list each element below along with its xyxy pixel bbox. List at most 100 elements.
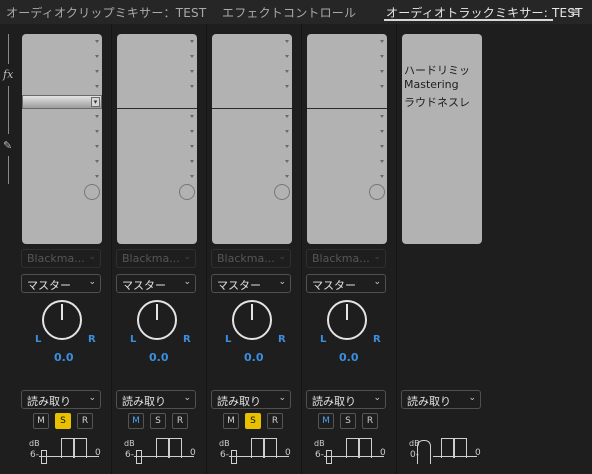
solo-button[interactable]: S xyxy=(55,413,71,429)
mute-button[interactable]: M xyxy=(318,413,334,429)
slot-chevron-icon[interactable] xyxy=(285,160,289,163)
tab-audio-clip-mixer[interactable]: オーディオクリップミキサー：TEST xyxy=(6,4,206,21)
slot-chevron-icon[interactable] xyxy=(190,115,194,118)
db-zero-label: 0 xyxy=(475,448,481,458)
solo-button[interactable]: S xyxy=(245,413,261,429)
output-dropdown[interactable]: マスター ⌄ xyxy=(116,274,196,293)
record-button[interactable]: R xyxy=(267,413,283,429)
record-button[interactable]: R xyxy=(77,413,93,429)
slot-chevron-icon[interactable] xyxy=(190,55,194,58)
slot-chevron-icon[interactable] xyxy=(380,160,384,163)
slot-chevron-icon[interactable] xyxy=(190,145,194,148)
effects-sends-panel[interactable] xyxy=(117,34,197,244)
chevron-down-icon[interactable]: ▾ xyxy=(91,97,100,107)
send-selector[interactable]: ▾ xyxy=(22,95,102,109)
input-dropdown[interactable]: Blackma... ⌄ xyxy=(21,249,101,268)
effects-sends-panel[interactable] xyxy=(307,34,387,244)
slot-chevron-icon[interactable] xyxy=(190,40,194,43)
pan-value[interactable]: 0.0 xyxy=(244,351,264,364)
automation-mode-dropdown[interactable]: 読み取り ⌄ xyxy=(211,390,291,409)
volume-fader-handle[interactable] xyxy=(41,450,47,464)
slot-chevron-icon[interactable] xyxy=(380,145,384,148)
slot-chevron-icon[interactable] xyxy=(380,175,384,178)
pan-knob[interactable] xyxy=(42,300,82,340)
master-effects-panel[interactable]: ハードリミッ Mastering ラウドネスレ xyxy=(402,34,482,244)
solo-button[interactable]: S xyxy=(340,413,356,429)
slot-chevron-icon[interactable] xyxy=(95,130,99,133)
slot-chevron-icon[interactable] xyxy=(285,40,289,43)
effect-slot-mastering[interactable]: Mastering xyxy=(404,78,480,91)
fader-track[interactable] xyxy=(134,456,194,457)
slot-chevron-icon[interactable] xyxy=(95,55,99,58)
automation-mode-dropdown[interactable]: 読み取り ⌄ xyxy=(116,390,196,409)
slot-chevron-icon[interactable] xyxy=(285,70,289,73)
solo-button[interactable]: S xyxy=(150,413,166,429)
slot-chevron-icon[interactable] xyxy=(285,115,289,118)
fx-icon[interactable]: fx xyxy=(3,68,13,81)
send-level-knob[interactable] xyxy=(179,184,195,200)
volume-fader-handle[interactable] xyxy=(136,450,142,464)
send-level-knob[interactable] xyxy=(274,184,290,200)
slot-chevron-icon[interactable] xyxy=(380,115,384,118)
slot-chevron-icon[interactable] xyxy=(190,85,194,88)
output-dropdown[interactable]: マスター ⌄ xyxy=(211,274,291,293)
slot-chevron-icon[interactable] xyxy=(380,55,384,58)
slot-chevron-icon[interactable] xyxy=(190,70,194,73)
volume-fader-handle[interactable] xyxy=(326,450,332,464)
slot-chevron-icon[interactable] xyxy=(285,85,289,88)
output-dropdown[interactable]: マスター ⌄ xyxy=(306,274,386,293)
fader-track[interactable] xyxy=(39,456,99,457)
slot-chevron-icon[interactable] xyxy=(380,85,384,88)
input-dropdown[interactable]: Blackma... ⌄ xyxy=(306,249,386,268)
effects-sends-panel[interactable] xyxy=(212,34,292,244)
pan-value[interactable]: 0.0 xyxy=(339,351,359,364)
pan-value[interactable]: 0.0 xyxy=(54,351,74,364)
effect-slot-hard-limiter[interactable]: ハードリミッ xyxy=(404,62,480,78)
effect-slot-loudness[interactable]: ラウドネスレ xyxy=(404,94,480,110)
master-volume-fader[interactable] xyxy=(417,440,431,464)
slot-chevron-icon[interactable] xyxy=(95,115,99,118)
slot-chevron-icon[interactable] xyxy=(95,85,99,88)
tab-effect-controls[interactable]: エフェクトコントロール xyxy=(222,4,356,21)
mute-button[interactable]: M xyxy=(33,413,49,429)
pen-icon[interactable]: ✎ xyxy=(3,139,12,152)
hamburger-menu-icon[interactable]: ≡ xyxy=(570,5,580,19)
output-dropdown[interactable]: マスター ⌄ xyxy=(21,274,101,293)
slot-chevron-icon[interactable] xyxy=(95,145,99,148)
pan-left-label: L xyxy=(35,334,42,345)
mute-button[interactable]: M xyxy=(128,413,144,429)
slot-chevron-icon[interactable] xyxy=(380,70,384,73)
fader-track[interactable] xyxy=(324,456,384,457)
send-level-knob[interactable] xyxy=(369,184,385,200)
rail-bracket-mid xyxy=(8,86,9,134)
pan-knob[interactable] xyxy=(232,300,272,340)
record-button[interactable]: R xyxy=(172,413,188,429)
slot-chevron-icon[interactable] xyxy=(190,130,194,133)
slot-chevron-icon[interactable] xyxy=(95,160,99,163)
slot-chevron-icon[interactable] xyxy=(380,40,384,43)
slot-chevron-icon[interactable] xyxy=(285,55,289,58)
pan-knob[interactable] xyxy=(137,300,177,340)
slot-chevron-icon[interactable] xyxy=(285,175,289,178)
slot-chevron-icon[interactable] xyxy=(380,130,384,133)
mute-button[interactable]: M xyxy=(223,413,239,429)
effects-sends-panel[interactable]: ▾ xyxy=(22,34,102,244)
fader-track[interactable] xyxy=(229,456,289,457)
slot-chevron-icon[interactable] xyxy=(95,40,99,43)
slot-chevron-icon[interactable] xyxy=(95,70,99,73)
pan-knob[interactable] xyxy=(327,300,367,340)
send-level-knob[interactable] xyxy=(84,184,100,200)
automation-mode-dropdown[interactable]: 読み取り ⌄ xyxy=(306,390,386,409)
input-dropdown[interactable]: Blackma... ⌄ xyxy=(211,249,291,268)
master-automation-dropdown[interactable]: 読み取り ⌄ xyxy=(401,390,481,409)
slot-chevron-icon[interactable] xyxy=(190,160,194,163)
input-dropdown[interactable]: Blackma... ⌄ xyxy=(116,249,196,268)
record-button[interactable]: R xyxy=(362,413,378,429)
automation-mode-dropdown[interactable]: 読み取り ⌄ xyxy=(21,390,101,409)
slot-chevron-icon[interactable] xyxy=(285,130,289,133)
volume-fader-handle[interactable] xyxy=(231,450,237,464)
slot-chevron-icon[interactable] xyxy=(95,175,99,178)
slot-chevron-icon[interactable] xyxy=(285,145,289,148)
pan-value[interactable]: 0.0 xyxy=(149,351,169,364)
slot-chevron-icon[interactable] xyxy=(190,175,194,178)
